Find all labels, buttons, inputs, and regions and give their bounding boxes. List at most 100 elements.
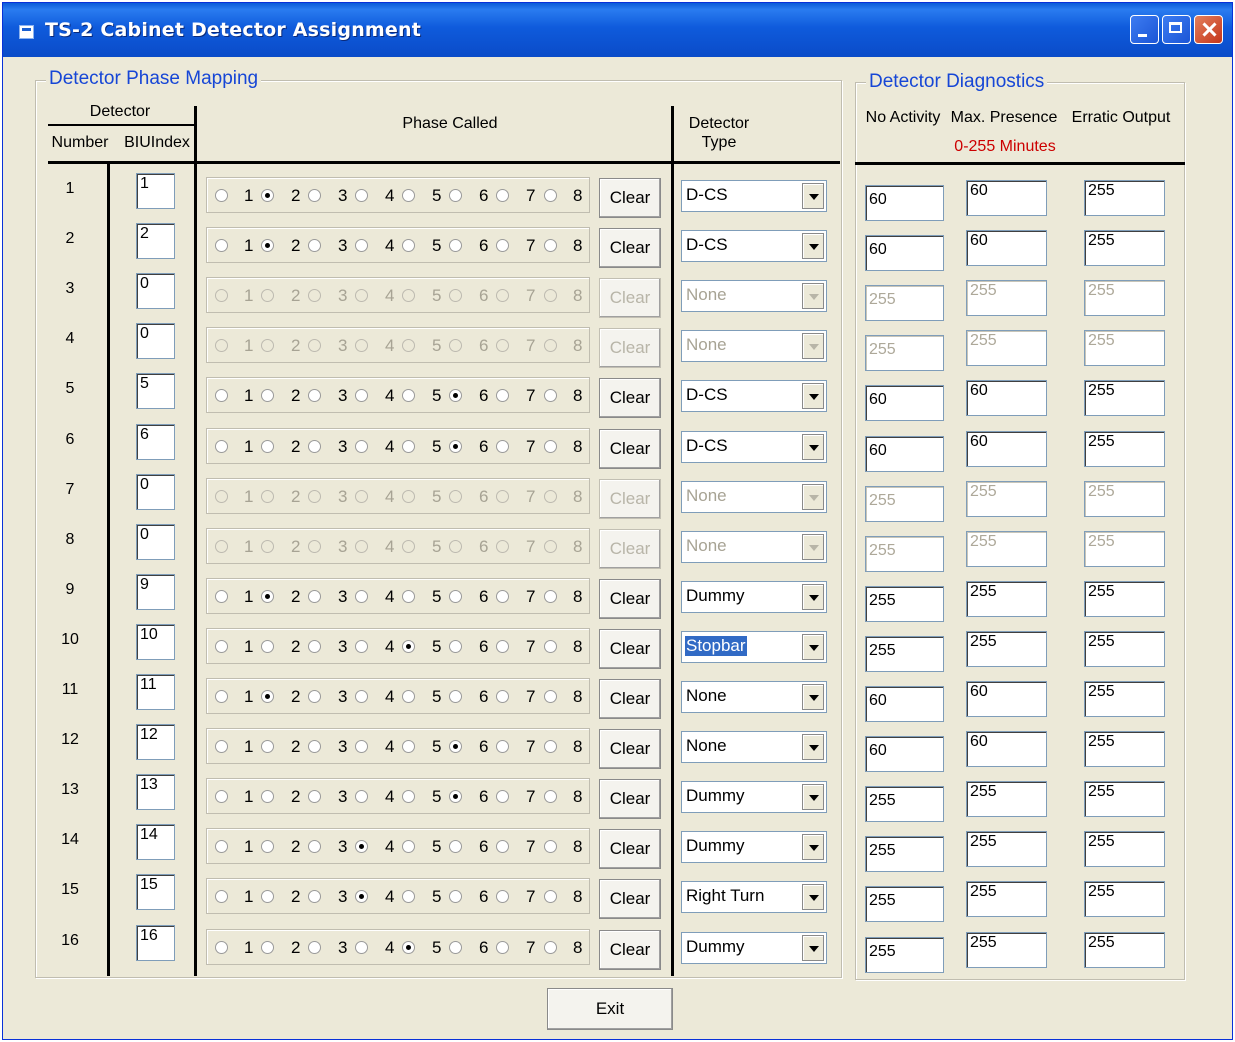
biu-index-field[interactable]: 0 — [136, 473, 175, 510]
no-activity-field[interactable]: 255 — [865, 535, 944, 572]
erratic-output-field[interactable]: 255 — [1084, 881, 1165, 918]
erratic-output-field[interactable]: 255 — [1084, 480, 1165, 517]
no-activity-field[interactable]: 60 — [865, 686, 944, 722]
phase-radio[interactable] — [402, 489, 415, 503]
phase-radio[interactable] — [215, 439, 228, 453]
phase-radio[interactable] — [449, 289, 462, 303]
clear-button[interactable]: Clear — [599, 628, 661, 669]
clear-button[interactable]: Clear — [599, 729, 661, 770]
phase-radio[interactable] — [449, 339, 462, 353]
phase-radio[interactable] — [496, 940, 509, 954]
phase-radio[interactable] — [261, 589, 274, 603]
phase-radio[interactable] — [355, 439, 368, 453]
phase-radio[interactable] — [355, 890, 368, 904]
phase-radio[interactable] — [544, 539, 557, 553]
no-activity-field[interactable]: 255 — [865, 335, 944, 372]
detector-type-select[interactable]: D-CS — [681, 430, 827, 463]
phase-radio[interactable] — [261, 339, 274, 353]
dropdown-arrow-icon[interactable] — [802, 784, 824, 811]
phase-radio[interactable] — [308, 539, 321, 553]
dropdown-arrow-icon[interactable] — [802, 884, 824, 911]
clear-button[interactable]: Clear — [599, 779, 661, 820]
detector-type-select[interactable]: Dummy — [681, 831, 827, 864]
biu-index-field[interactable]: 9 — [136, 573, 175, 610]
phase-radio[interactable] — [215, 639, 228, 653]
detector-type-select[interactable]: Dummy — [681, 781, 827, 814]
phase-radio[interactable] — [544, 339, 557, 353]
phase-radio[interactable] — [308, 740, 321, 754]
phase-radio[interactable] — [261, 890, 274, 904]
phase-radio[interactable] — [544, 890, 557, 904]
phase-radio[interactable] — [402, 289, 415, 303]
phase-radio[interactable] — [496, 439, 509, 453]
dropdown-arrow-icon[interactable] — [802, 834, 824, 861]
erratic-output-field[interactable]: 255 — [1084, 280, 1165, 317]
phase-radio[interactable] — [496, 539, 509, 553]
phase-radio[interactable] — [308, 289, 321, 303]
no-activity-field[interactable]: 255 — [865, 836, 944, 873]
no-activity-field[interactable]: 255 — [865, 485, 944, 522]
phase-radio[interactable] — [261, 790, 274, 804]
erratic-output-field[interactable]: 255 — [1084, 781, 1165, 818]
phase-radio[interactable] — [402, 740, 415, 754]
phase-radio[interactable] — [496, 690, 509, 703]
dropdown-arrow-icon[interactable] — [802, 333, 824, 360]
phase-radio[interactable] — [215, 539, 228, 553]
phase-radio[interactable] — [215, 740, 228, 754]
phase-radio[interactable] — [355, 840, 368, 854]
phase-radio[interactable] — [496, 790, 509, 804]
phase-radio[interactable] — [496, 289, 509, 303]
phase-radio[interactable] — [449, 239, 462, 253]
phase-radio[interactable] — [215, 940, 228, 954]
phase-radio[interactable] — [544, 690, 557, 703]
phase-radio[interactable] — [449, 389, 462, 403]
phase-radio[interactable] — [215, 189, 228, 202]
phase-radio[interactable] — [496, 840, 509, 854]
biu-index-field[interactable]: 6 — [136, 423, 175, 460]
phase-radio[interactable] — [496, 339, 509, 353]
detector-type-select[interactable]: None — [681, 480, 827, 513]
phase-radio[interactable] — [544, 940, 557, 954]
phase-radio[interactable] — [544, 389, 557, 403]
max-presence-field[interactable]: 255 — [966, 580, 1047, 617]
phase-radio[interactable] — [215, 489, 228, 503]
clear-button[interactable]: Clear — [599, 528, 661, 569]
phase-radio[interactable] — [449, 589, 462, 603]
erratic-output-field[interactable]: 255 — [1084, 731, 1165, 768]
phase-radio[interactable] — [261, 189, 274, 202]
phase-radio[interactable] — [261, 539, 274, 553]
title-bar[interactable]: TS-2 Cabinet Detector Assignment — [3, 3, 1232, 57]
phase-radio[interactable] — [449, 940, 462, 954]
phase-radio[interactable] — [215, 589, 228, 603]
biu-index-field[interactable]: 16 — [136, 924, 175, 961]
phase-radio[interactable] — [261, 389, 274, 403]
phase-radio[interactable] — [449, 890, 462, 904]
dropdown-arrow-icon[interactable] — [802, 383, 824, 410]
dropdown-arrow-icon[interactable] — [802, 283, 824, 310]
phase-radio[interactable] — [449, 539, 462, 553]
clear-button[interactable]: Clear — [599, 829, 661, 870]
max-presence-field[interactable]: 255 — [966, 280, 1047, 317]
dropdown-arrow-icon[interactable] — [802, 684, 824, 710]
erratic-output-field[interactable]: 255 — [1084, 530, 1165, 567]
max-presence-field[interactable]: 255 — [966, 881, 1047, 918]
phase-radio[interactable] — [449, 740, 462, 754]
detector-type-select[interactable]: None — [681, 731, 827, 764]
phase-radio[interactable] — [402, 389, 415, 403]
no-activity-field[interactable]: 60 — [865, 435, 944, 472]
phase-radio[interactable] — [402, 840, 415, 854]
phase-radio[interactable] — [449, 690, 462, 703]
phase-radio[interactable] — [261, 489, 274, 503]
detector-type-select[interactable]: None — [681, 530, 827, 563]
detector-type-select[interactable]: Dummy — [681, 580, 827, 613]
maximize-button[interactable] — [1162, 15, 1191, 44]
no-activity-field[interactable]: 255 — [865, 786, 944, 823]
biu-index-field[interactable]: 11 — [136, 674, 175, 710]
phase-radio[interactable] — [355, 740, 368, 754]
clear-button[interactable]: Clear — [599, 428, 661, 469]
biu-index-field[interactable]: 13 — [136, 774, 175, 811]
phase-radio[interactable] — [308, 239, 321, 253]
max-presence-field[interactable]: 60 — [966, 380, 1047, 417]
phase-radio[interactable] — [261, 439, 274, 453]
phase-radio[interactable] — [544, 790, 557, 804]
